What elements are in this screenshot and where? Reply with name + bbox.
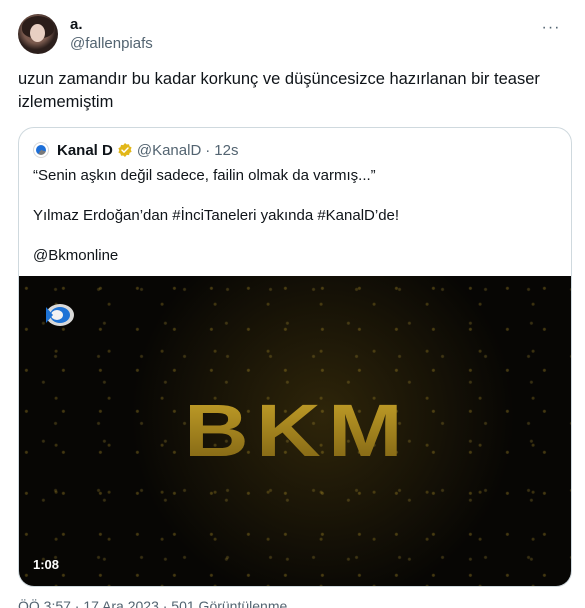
kanal-d-avatar-icon[interactable] [33, 142, 49, 158]
tweet-header: a. @fallenpiafs ··· [18, 14, 569, 58]
quote-header: Kanal D @KanalD · 12s [33, 140, 238, 160]
more-icon[interactable]: ··· [539, 16, 563, 40]
quote-line-1: “Senin aşkın değil sadece, failin olmak … [33, 167, 376, 184]
author-info: a. @fallenpiafs [70, 16, 153, 54]
quote-author-handle[interactable]: @KanalD [137, 142, 201, 159]
display-name[interactable]: a. [70, 16, 153, 34]
tweet-text: uzun zamandır bu kadar korkunç ve düşünc… [18, 70, 540, 111]
verified-badge-icon [118, 143, 132, 157]
quote-author-name[interactable]: Kanal D [57, 142, 113, 159]
quote-text: “Senin aşkın değil sadece, failin olmak … [33, 166, 553, 266]
avatar[interactable] [18, 14, 58, 54]
user-handle[interactable]: @fallenpiafs [70, 34, 153, 54]
tweet-meta: ÖÖ 3:57 · 17 Ara 2023 · 501 Görüntülenme [18, 598, 288, 608]
bkm-logo: BKM [184, 394, 410, 468]
video-duration: 1:08 [33, 557, 60, 572]
quote-line-2: Yılmaz Erdoğan’dan #İnciTaneleri yakında… [33, 207, 400, 224]
quote-mention[interactable]: @Bkmonline [33, 246, 553, 266]
quote-timestamp[interactable]: 12s [214, 142, 238, 159]
separator-dot: · [205, 141, 211, 159]
quoted-tweet[interactable]: Kanal D @KanalD · 12s “Senin aşkın değil… [18, 127, 572, 587]
tweet-card[interactable]: a. @fallenpiafs ··· uzun zamandır bu kad… [0, 0, 585, 608]
video-player[interactable]: BKM 1:08 [19, 276, 571, 586]
kanal-d-logo-icon [46, 304, 74, 326]
bkm-logo-text: BKM [184, 394, 410, 468]
